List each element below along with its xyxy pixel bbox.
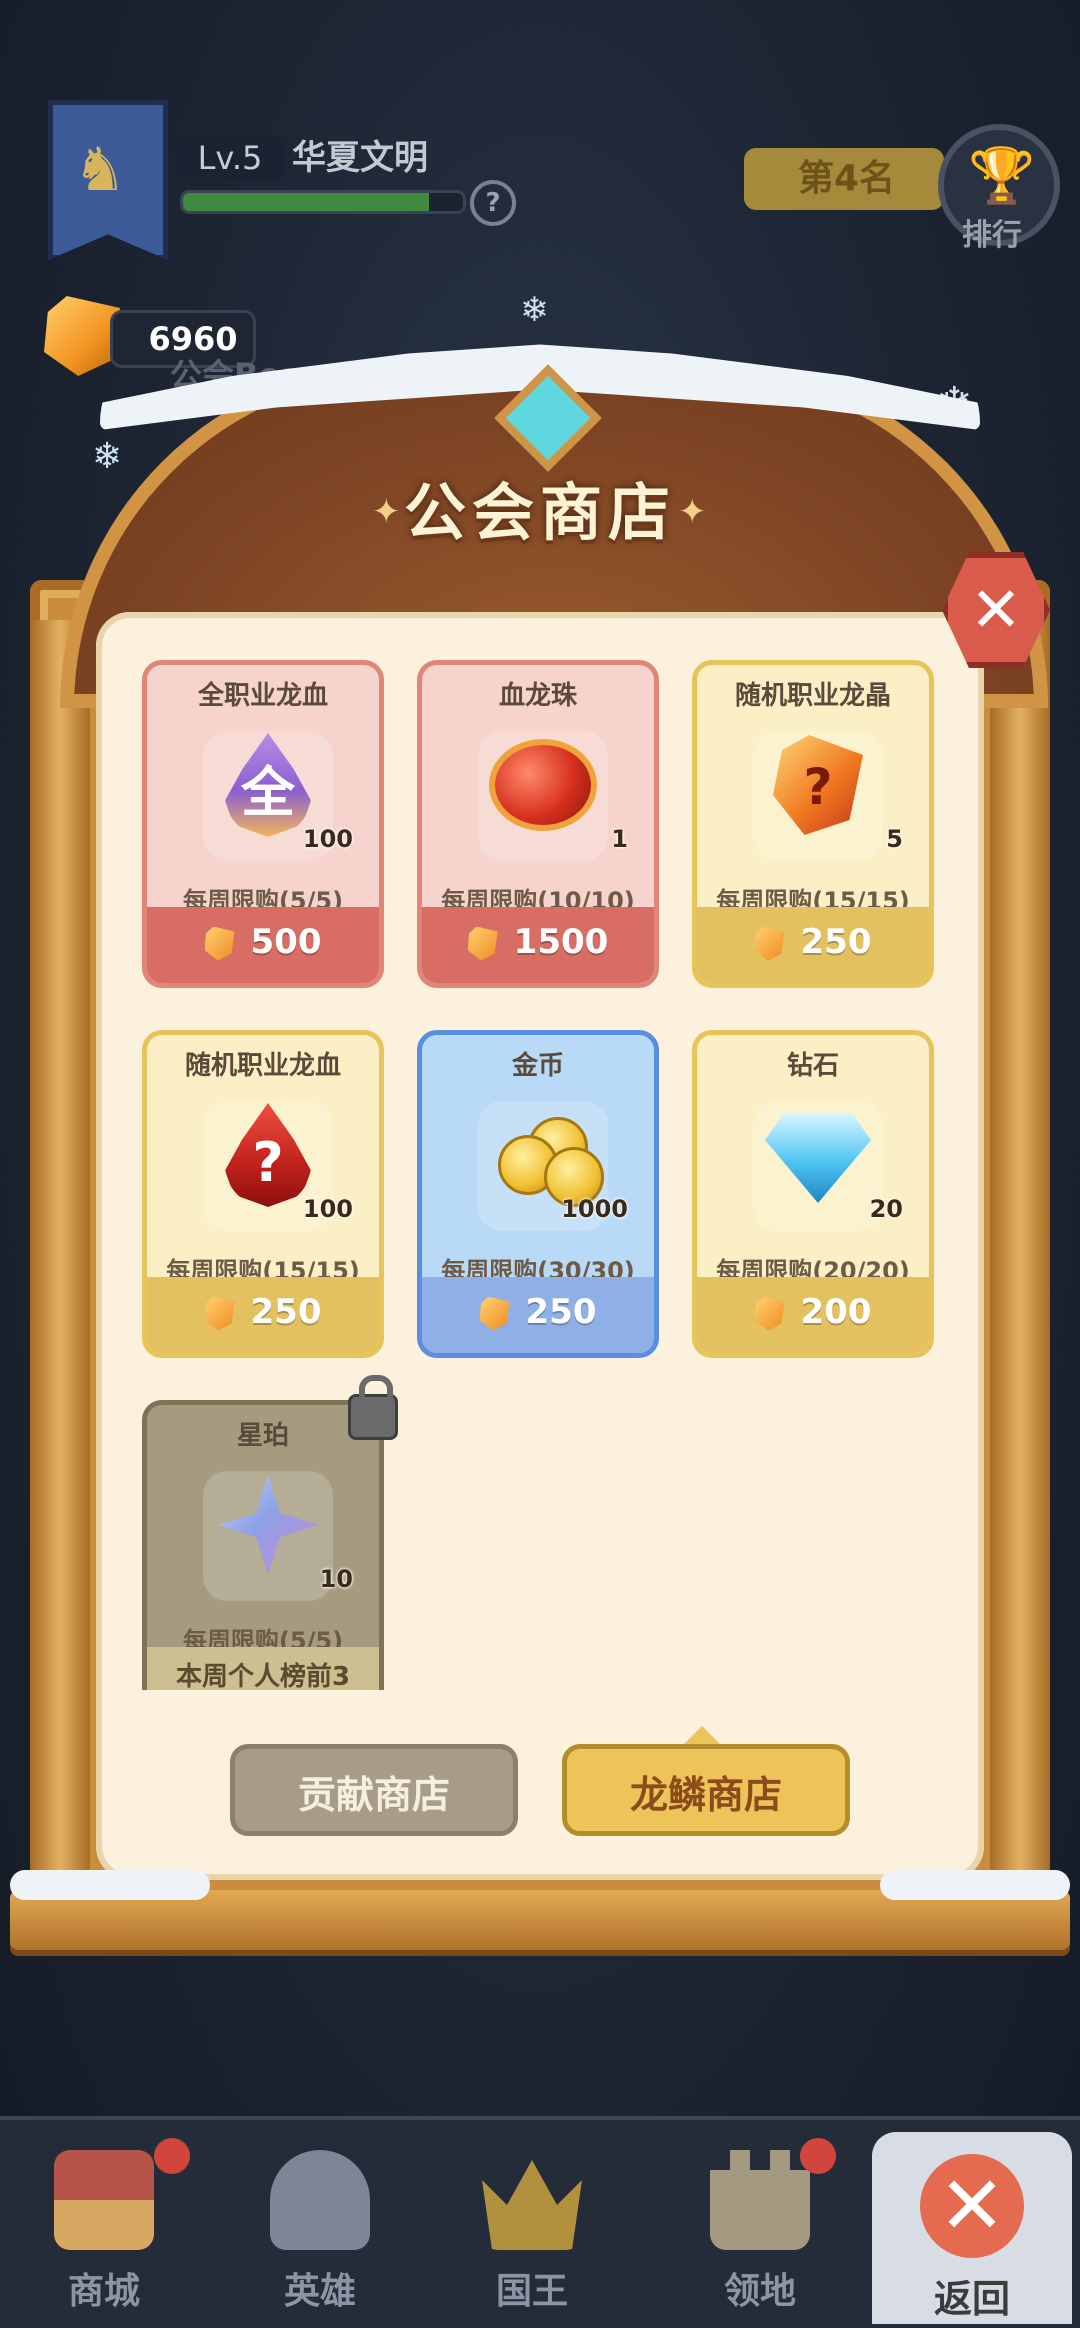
guild-level: Lv.5 [178, 136, 282, 180]
item-icon-glyph: ? [773, 735, 863, 835]
dragon-scale-icon [479, 1296, 510, 1331]
dragon-scale-icon [754, 1296, 785, 1331]
orb-shape [495, 745, 591, 825]
item-name: 金币 [511, 1051, 564, 1081]
castle-icon [710, 2150, 810, 2250]
nav-item-king[interactable]: 国王 [432, 2120, 632, 2328]
frame-pillar-right [990, 620, 1050, 1880]
item-quantity: 10 [319, 1565, 353, 1593]
trophy-icon: 🏆 [968, 144, 1036, 207]
item-name: 随机职业龙血 [184, 1051, 341, 1081]
rank-position: 第4名 [744, 148, 944, 210]
frame-pillar-left [30, 620, 90, 1880]
help-button[interactable]: ? [470, 180, 516, 226]
lock-icon [348, 1375, 398, 1440]
notification-badge [800, 2138, 836, 2174]
item-price: 200 [800, 1292, 872, 1332]
notification-badge [154, 2138, 190, 2174]
shop-item-card[interactable]: 随机职业龙血 ? 100 每周限购(15/15) 250 [142, 1030, 384, 1358]
item-price: 250 [525, 1292, 597, 1332]
star-gem-shape [218, 1475, 318, 1575]
beam-snow [10, 1870, 210, 1900]
hero-helmet-icon [270, 2150, 370, 2250]
dragon-scale-currency-icon [44, 296, 120, 376]
coin-stack [488, 1113, 604, 1207]
nav-label: 英雄 [283, 2271, 356, 2312]
return-label: 返回 [933, 2277, 1010, 2321]
shop-icon [54, 2150, 154, 2250]
item-price: 1500 [513, 922, 609, 962]
ranking-label: 排行 [962, 218, 1022, 253]
purple-dragon-blood-icon: 全 [213, 729, 323, 839]
buy-button[interactable]: 500 [147, 907, 379, 983]
item-quantity: 100 [302, 1195, 353, 1223]
shop-title: 公会商店 [403, 476, 676, 549]
blood-dragon-orb-icon [488, 729, 598, 839]
diamond-icon [763, 1099, 873, 1209]
buy-button[interactable]: 1500 [422, 907, 654, 983]
snowflake-icon: ❄ [520, 290, 549, 330]
item-quantity: 1000 [561, 1195, 628, 1223]
tab-dragon-scale-shop[interactable]: 龙鳞商店 [562, 1744, 850, 1836]
dragon-scale-icon [754, 926, 785, 961]
guild-name: 华夏文明 [292, 138, 428, 178]
shop-item-card[interactable]: 金币 1000 每周限购(30/30) 250 [417, 1030, 659, 1358]
nav-item-territory[interactable]: 领地 [660, 2120, 860, 2328]
tab-contribution-shop[interactable]: 贡献商店 [230, 1744, 518, 1836]
guild-banner[interactable]: ♞ [48, 100, 168, 260]
shop-item-card[interactable]: 钻石 20 每周限购(20/20) 200 [692, 1030, 934, 1358]
item-name: 全职业龙血 [197, 681, 328, 711]
buy-button[interactable]: 200 [697, 1277, 929, 1353]
buy-button[interactable]: 250 [147, 1277, 379, 1353]
item-icon-glyph: 全 [225, 733, 311, 837]
item-quantity: 20 [869, 1195, 903, 1223]
shop-item-card[interactable]: 血龙珠 1 每周限购(10/10) 1500 [417, 660, 659, 988]
item-price: 250 [800, 922, 872, 962]
diamond-shape [765, 1113, 871, 1203]
star-amber-icon [213, 1469, 323, 1579]
nav-label: 领地 [723, 2271, 796, 2312]
nav-label: 国王 [495, 2271, 568, 2312]
nav-item-hero[interactable]: 英雄 [220, 2120, 420, 2328]
return-button[interactable]: ✕ 返回 [872, 2132, 1072, 2324]
buy-button[interactable]: 250 [697, 907, 929, 983]
shop-item-grid: 全职业龙血 全 100 每周限购(5/5) 500 血龙珠 1 每周限购(10/… [142, 660, 942, 1690]
item-name: 随机职业龙晶 [734, 681, 891, 711]
random-dragon-crystal-icon: ? [763, 729, 873, 839]
guild-xp-fill [183, 193, 430, 211]
nav-label: 商城 [67, 2271, 140, 2312]
unlock-requirement: 本周个人榜前3 [147, 1647, 379, 1690]
dragon-scale-icon [204, 1296, 235, 1331]
buy-button[interactable]: 250 [422, 1277, 654, 1353]
item-quantity: 100 [302, 825, 353, 853]
item-icon-glyph: ? [225, 1103, 311, 1207]
crown-icon [482, 2160, 582, 2250]
dragon-scale-icon [204, 926, 235, 961]
item-quantity: 1 [611, 825, 628, 853]
beam-snow [880, 1870, 1070, 1900]
item-name: 血龙珠 [498, 681, 577, 711]
item-price: 500 [250, 922, 322, 962]
item-name: 钻石 [786, 1051, 839, 1081]
guild-xp-bar [180, 190, 466, 214]
random-dragon-blood-icon: ? [213, 1099, 323, 1209]
shop-item-card[interactable]: 随机职业龙晶 ? 5 每周限购(15/15) 250 [692, 660, 934, 988]
close-icon: ✕ [920, 2154, 1024, 2258]
dragon-scale-icon [467, 926, 498, 961]
dragon-crest-icon: ♞ [73, 135, 127, 205]
shop-item-card[interactable]: 全职业龙血 全 100 每周限购(5/5) 500 [142, 660, 384, 988]
nav-item-shop[interactable]: 商城 [4, 2120, 204, 2328]
shop-item-card-locked[interactable]: 星珀 10 每周限购(5/5) 本周个人榜前3 [142, 1400, 384, 1690]
item-quantity: 5 [886, 825, 903, 853]
item-name: 星珀 [236, 1421, 289, 1451]
gold-coins-icon [488, 1099, 604, 1209]
item-price: 250 [250, 1292, 322, 1332]
